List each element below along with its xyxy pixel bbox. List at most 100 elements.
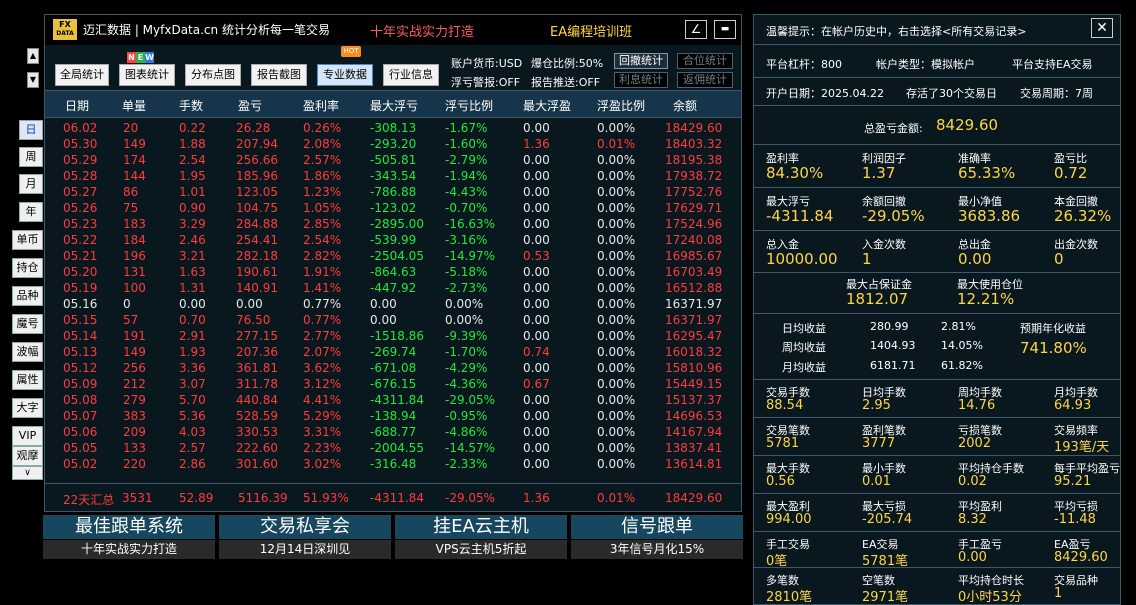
cell-max-float-profit: 0.00 [523,169,550,183]
table-row[interactable]: 05.27 86 1.01 123.05 1.23% -786.88 -4.43% 0.00 0… [45,184,741,200]
cell-lots: 1.31 [179,281,206,295]
header-course-link[interactable]: EA编程培训班 [550,21,632,40]
positions-button[interactable]: 持仓 [12,258,43,278]
col-date[interactable]: 日期 [65,97,89,114]
chart-stats-button[interactable]: 图表统计 [119,64,175,86]
table-row[interactable]: 05.14 191 2.91 277.15 2.77% -1518.86 -9.39% 0.0… [45,328,741,344]
edit-icon[interactable]: ∠ [685,20,707,39]
banner-copy-trading[interactable]: 最佳跟单系统 十年实战实力打造 [43,515,215,561]
grid2-value: -29.05% [862,207,925,225]
table-row[interactable]: 05.08 279 5.70 440.84 4.41% -4311.84 -29.05% 0.… [45,392,741,408]
report-push[interactable]: 报告推送:OFF [531,74,600,90]
cell-max-float-loss: -864.63 [370,265,417,279]
period-year-button[interactable]: 年 [19,202,43,222]
position-stats-button[interactable]: 合位统计 [677,53,733,69]
table-row[interactable]: 05.13 149 1.93 207.36 2.07% -269.74 -1.70% 0.74… [45,344,741,360]
table-row[interactable]: 05.19 100 1.31 140.91 1.41% -447.92 -2.73% 0.00… [45,280,741,296]
table-row[interactable]: 05.20 131 1.63 190.61 1.91% -864.63 -5.18% 0.00… [45,264,741,280]
scroll-down-button[interactable]: ▼ [27,72,39,88]
cell-max-float-profit: 0.74 [523,345,550,359]
cell-max-float-loss: -2504.05 [370,249,424,263]
single-currency-button[interactable]: 单币 [12,230,43,250]
drawdown-stats-button[interactable]: 回撤统计 [614,53,668,69]
cell-date: 05.07 [63,409,98,423]
table-row[interactable]: 05.06 209 4.03 330.53 3.31% -688.77 -4.86% 0.00… [45,424,741,440]
large-font-button[interactable]: 大字 [12,398,43,418]
col-pl[interactable]: 盈亏 [238,97,262,114]
cell-date: 05.05 [63,441,98,455]
banner-ea-vps[interactable]: 挂EA云主机 VPS云主机5折起 [395,515,567,561]
industry-info-button[interactable]: 行业信息 [383,64,439,86]
platform-leverage: 平台杠杆：800 [766,58,842,71]
col-orders[interactable]: 单量 [122,97,146,114]
col-float-profit-ratio[interactable]: 浮盈比例 [597,97,645,114]
table-row[interactable]: 05.02 220 2.86 301.60 3.02% -316.48 -2.33% 0.00… [45,456,741,472]
col-max-float-loss[interactable]: 最大浮亏 [370,97,418,114]
cell-float-loss-ratio: -2.73% [445,281,488,295]
table-row[interactable]: 05.12 256 3.36 361.81 3.62% -671.08 -4.29% 0.00… [45,360,741,376]
cell-orders: 133 [123,441,146,455]
col-balance[interactable]: 余额 [673,97,697,114]
table-row[interactable]: 06.02 20 0.22 26.28 0.26% -308.13 -1.67% 0.00 0.… [45,120,741,136]
period-week-button[interactable]: 周 [19,147,43,167]
rebate-stats-button[interactable]: 返佣统计 [677,72,733,88]
max-position-value: 12.21% [957,290,1015,308]
cell-max-float-profit: 0.00 [523,297,550,311]
logo-top-text: FX [59,20,71,29]
table-row[interactable]: 05.26 75 0.90 104.75 1.05% -123.02 -0.70% 0.00 0… [45,200,741,216]
banner-trading-club[interactable]: 交易私享会 12月14日深圳见 [219,515,391,561]
grid9-value: 2810笔 [766,590,813,605]
table-row[interactable]: 05.23 183 3.29 284.88 2.85% -2895.00 -16.63% 0.… [45,216,741,232]
col-float-loss-ratio[interactable]: 浮亏比例 [445,97,493,114]
scroll-up-button[interactable]: ▲ [27,48,39,64]
table-row[interactable]: 05.28 144 1.95 185.96 1.86% -343.54 -1.94% 0.00… [45,168,741,184]
table-row[interactable]: 05.07 383 5.36 528.59 5.29% -138.94 -0.95% 0.00… [45,408,741,424]
table-row[interactable]: 05.16 0 0.00 0.00 0.77% 0.00 0.00% 0.00 0.00% 163… [45,296,741,312]
table-row[interactable]: 05.29 174 2.54 256.66 2.57% -505.81 -2.79% 0.00… [45,152,741,168]
table-row[interactable]: 05.30 149 1.88 207.94 2.08% -293.20 -1.60% 1.36… [45,136,741,152]
col-profit-rate[interactable]: 盈利率 [303,97,339,114]
cell-pl: 254.41 [236,233,278,247]
magic-number-button[interactable]: 魔号 [12,314,43,334]
col-lots[interactable]: 手数 [179,97,203,114]
global-stats-button[interactable]: 全局统计 [55,64,109,86]
cell-max-float-profit: 0.00 [523,265,550,279]
table-row[interactable]: 05.15 57 0.70 76.50 0.77% 0.00 0.00% 0.00 0.00% 1… [45,312,741,328]
pro-data-button[interactable]: 专业数据 [317,64,373,86]
table-row[interactable]: 05.05 133 2.57 222.60 2.23% -2004.55 -14.57% 0.… [45,440,741,456]
volatility-button[interactable]: 波幅 [12,342,43,362]
table-row[interactable]: 05.21 196 3.21 282.18 2.82% -2504.05 -14.97% 0.… [45,248,741,264]
cell-float-profit-ratio: 0.00% [597,425,636,439]
banner-signal[interactable]: 信号跟单 3年信号月化15% [571,515,743,561]
new-badge: NEW [127,52,155,63]
observe-button[interactable]: 观摩 [12,446,43,466]
table-row[interactable]: 05.22 184 2.46 254.41 2.54% -539.99 -3.16% 0.00… [45,232,741,248]
symbol-button[interactable]: 品种 [12,286,43,306]
trading-cycle: 交易周期：7周 [1020,87,1093,100]
cell-max-float-loss: -343.54 [370,169,417,183]
period-day-button[interactable]: 日 [19,120,43,140]
table-row[interactable]: 05.09 212 3.07 311.78 3.12% -676.15 -4.36% 0.67… [45,376,741,392]
account-info-section: 平台杠杆：800 帐户类型：模拟帐户 平台支持EA交易 [754,45,1120,78]
grid2-value: 3683.86 [958,207,1021,225]
float-loss-alert[interactable]: 浮亏警报:OFF [451,74,520,90]
collapse-button[interactable]: ∨ [12,466,43,480]
cell-max-float-profit: 0.67 [523,377,550,391]
minimize-button[interactable]: ▬ [714,20,736,39]
cell-date: 05.21 [63,249,98,263]
grid5-value: 2002 [958,436,992,451]
cell-float-loss-ratio: -0.70% [445,201,488,215]
period-month-button[interactable]: 月 [19,174,43,194]
attributes-button[interactable]: 属性 [12,370,43,390]
cell-float-loss-ratio: -4.36% [445,377,488,391]
col-max-float-profit[interactable]: 最大浮盈 [523,97,571,114]
report-screenshot-button[interactable]: 报告截图 [251,64,307,86]
interest-stats-button[interactable]: 利息统计 [614,72,668,88]
cell-pl: 104.75 [236,201,278,215]
distribution-chart-button[interactable]: 分布点图 [185,64,241,86]
cell-pl: 76.50 [236,313,271,327]
summary-profit-rate: 51.93% [303,491,349,505]
vip-button[interactable]: VIP [12,426,43,446]
close-icon[interactable]: ✕ [1091,18,1113,38]
total-pl-value: 8429.60 [936,116,999,134]
